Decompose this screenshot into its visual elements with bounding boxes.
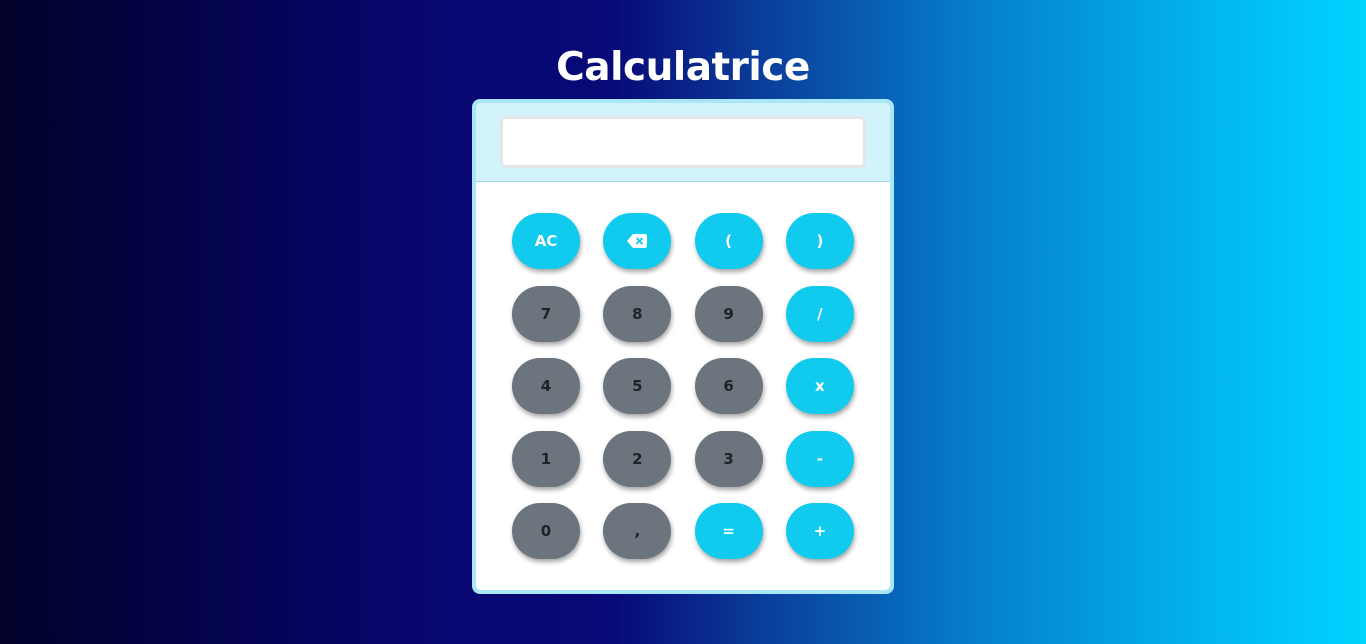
digit-0-button[interactable]: 0 (512, 503, 580, 560)
digit-6-label: 6 (723, 377, 734, 396)
decimal-comma-label: , (634, 522, 641, 541)
digit-3-button[interactable]: 3 (694, 430, 763, 487)
open-paren-label: ( (725, 232, 733, 250)
clear-button[interactable]: AC (512, 213, 580, 269)
clear-button-label: AC (534, 232, 558, 250)
divide-button[interactable]: / (785, 285, 854, 342)
display-field[interactable] (500, 116, 866, 168)
calculator: AC ( ) 7 8 9 / 4 5 6 x 1 2 3 - 0 , = + (472, 99, 894, 594)
backspace-icon (627, 234, 648, 248)
digit-9-label: 9 (723, 304, 734, 323)
digit-7-button[interactable]: 7 (512, 285, 580, 342)
add-button[interactable]: + (785, 503, 854, 560)
display-panel (476, 103, 890, 182)
calculator-body: AC ( ) 7 8 9 / 4 5 6 x 1 2 3 - 0 , = + (476, 103, 890, 590)
digit-4-button[interactable]: 4 (512, 358, 580, 415)
digit-1-button[interactable]: 1 (512, 430, 580, 487)
digit-8-label: 8 (632, 304, 643, 323)
close-paren-button[interactable]: ) (785, 213, 854, 269)
backspace-button[interactable] (603, 213, 672, 269)
digit-2-button[interactable]: 2 (603, 430, 672, 487)
digit-0-label: 0 (540, 522, 552, 541)
close-paren-label: ) (816, 232, 824, 250)
digit-1-label: 1 (540, 449, 552, 468)
open-paren-button[interactable]: ( (694, 213, 763, 269)
equals-button[interactable]: = (694, 503, 763, 560)
digit-4-label: 4 (540, 377, 552, 396)
page-title: Calculatrice (556, 45, 810, 91)
multiply-label: x (815, 377, 825, 396)
decimal-comma-button[interactable]: , (603, 503, 672, 560)
divide-label: / (817, 304, 823, 323)
digit-5-button[interactable]: 5 (603, 358, 672, 415)
add-label: + (813, 522, 827, 541)
digit-5-label: 5 (632, 377, 643, 396)
digit-6-button[interactable]: 6 (694, 358, 763, 415)
digit-2-label: 2 (632, 449, 643, 468)
equals-label: = (722, 522, 735, 541)
subtract-button[interactable]: - (785, 430, 854, 487)
digit-3-label: 3 (723, 449, 734, 468)
keypad: AC ( ) 7 8 9 / 4 5 6 x 1 2 3 - 0 , = + (512, 213, 854, 560)
subtract-label: - (816, 449, 823, 468)
digit-8-button[interactable]: 8 (603, 285, 672, 342)
multiply-button[interactable]: x (785, 358, 854, 415)
digit-7-label: 7 (540, 304, 552, 323)
digit-9-button[interactable]: 9 (694, 285, 763, 342)
